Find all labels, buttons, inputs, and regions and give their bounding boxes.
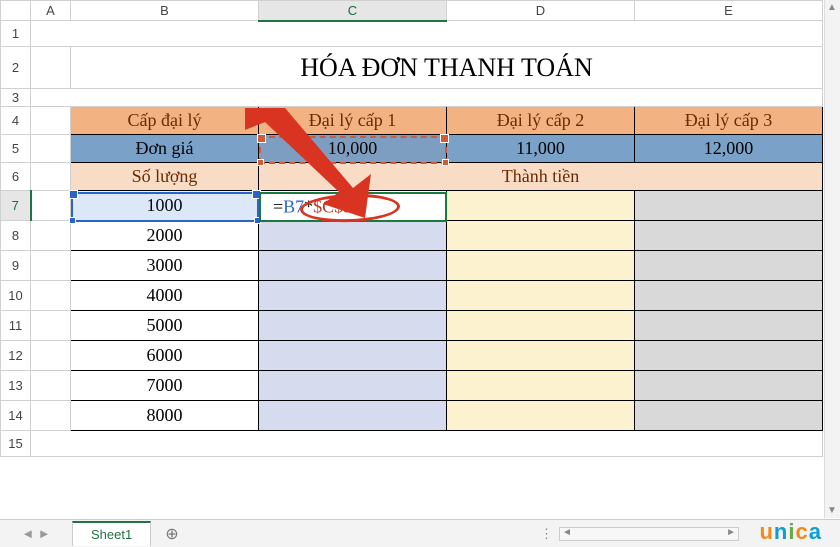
cell-B11[interactable]: 5000 — [71, 311, 259, 341]
header-level3[interactable]: Đại lý cấp 3 — [635, 107, 823, 135]
row-header-14[interactable]: 14 — [1, 401, 31, 431]
row-header-2[interactable]: 2 — [1, 47, 31, 89]
select-all-corner[interactable] — [1, 1, 31, 21]
row-header-5[interactable]: 5 — [1, 135, 31, 163]
col-header-E[interactable]: E — [635, 1, 823, 21]
row-header-10[interactable]: 10 — [1, 281, 31, 311]
row-header-13[interactable]: 13 — [1, 371, 31, 401]
col-header-C[interactable]: C — [259, 1, 447, 21]
cell[interactable] — [31, 21, 823, 47]
row-header-3[interactable]: 3 — [1, 89, 31, 107]
invoice-title[interactable]: HÓA ĐƠN THANH TOÁN — [71, 47, 823, 89]
row-header-12[interactable]: 12 — [1, 341, 31, 371]
row-header-1[interactable]: 1 — [1, 21, 31, 47]
add-sheet-button[interactable]: ⊕ — [165, 524, 178, 544]
cell-C8[interactable] — [259, 221, 447, 251]
annotation-arrow — [225, 108, 385, 218]
row-header-6[interactable]: 6 — [1, 163, 31, 191]
row-header-15[interactable]: 15 — [1, 431, 31, 457]
spreadsheet-grid[interactable]: A B C D E 1 2 HÓA ĐƠN THANH TOÁN 3 4 Cấp… — [0, 0, 823, 457]
watermark-brand: unica — [759, 519, 822, 545]
row-header-4[interactable]: 4 — [1, 107, 31, 135]
header-level2[interactable]: Đại lý cấp 2 — [447, 107, 635, 135]
row-header-7[interactable]: 7 — [1, 191, 31, 221]
sheet-tab-active[interactable]: Sheet1 — [72, 521, 151, 546]
cell-A4[interactable] — [31, 107, 71, 135]
cell-D7[interactable] — [447, 191, 635, 221]
row-header-8[interactable]: 8 — [1, 221, 31, 251]
sheet-tab-bar: ◄ ► Sheet1 ⊕ ⋮ — [0, 519, 840, 547]
cell-B12[interactable]: 6000 — [71, 341, 259, 371]
cell-B9[interactable]: 3000 — [71, 251, 259, 281]
cell-A2[interactable] — [31, 47, 71, 89]
cell-B8[interactable]: 2000 — [71, 221, 259, 251]
cell-A6[interactable] — [31, 163, 71, 191]
vertical-scrollbar[interactable] — [824, 0, 840, 518]
cell-B10[interactable]: 4000 — [71, 281, 259, 311]
cell-A7[interactable] — [31, 191, 71, 221]
row-header-11[interactable]: 11 — [1, 311, 31, 341]
horizontal-scrollbar[interactable]: ⋮ — [540, 526, 739, 542]
tab-nav-buttons[interactable]: ◄ ► — [0, 526, 72, 541]
cell-B13[interactable]: 7000 — [71, 371, 259, 401]
cell-E5-price[interactable]: 12,000 — [635, 135, 823, 163]
col-header-B[interactable]: B — [71, 1, 259, 21]
cell-B14[interactable]: 8000 — [71, 401, 259, 431]
col-header-D[interactable]: D — [447, 1, 635, 21]
col-header-A[interactable]: A — [31, 1, 71, 21]
cell-E7[interactable] — [635, 191, 823, 221]
row-header-9[interactable]: 9 — [1, 251, 31, 281]
cell[interactable] — [31, 89, 823, 107]
cell-D5-price[interactable]: 11,000 — [447, 135, 635, 163]
cell-A5[interactable] — [31, 135, 71, 163]
